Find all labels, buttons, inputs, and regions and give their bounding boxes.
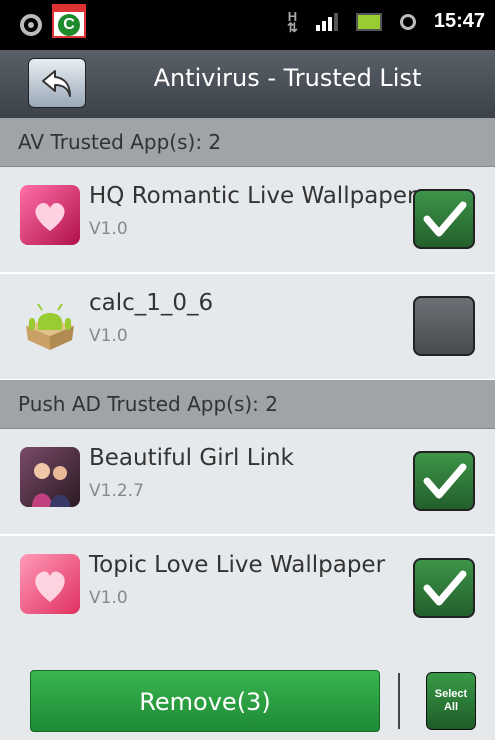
checkmark-icon [423, 463, 467, 499]
list-item[interactable]: calc_1_0_6 V1.0 [0, 274, 495, 381]
checkbox-unchecked[interactable] [413, 296, 475, 356]
network-type-icon: H ⇅ [286, 8, 298, 35]
list-item[interactable]: Beautiful Girl Link V1.2.7 [0, 429, 495, 536]
app-name: Beautiful Girl Link [89, 445, 294, 471]
divider [398, 673, 400, 729]
alarm-icon [399, 13, 416, 30]
list-item[interactable]: Topic Love Live Wallpaper V1.0 [0, 536, 495, 643]
app-version: V1.0 [89, 588, 128, 608]
action-bar: Remove(3) Select All [0, 640, 495, 740]
checkbox-checked[interactable] [413, 558, 475, 618]
list-item[interactable]: HQ Romantic Live Wallpaper V1.0 [0, 167, 495, 274]
checkbox-checked[interactable] [413, 189, 475, 249]
status-bar: C H ⇅ 15:47 [0, 0, 495, 50]
status-time: 15:47 [433, 10, 485, 32]
select-all-button[interactable]: Select All [426, 672, 476, 730]
checkmark-icon [423, 201, 467, 237]
signal-strength-icon [315, 12, 338, 31]
android-package-icon [20, 292, 80, 352]
love-wallpaper-app-icon [20, 554, 80, 614]
title-bar: Antivirus - Trusted List [0, 50, 495, 119]
app-version: V1.0 [89, 326, 128, 346]
app-name: HQ Romantic Live Wallpaper [89, 183, 417, 209]
push-ad-trusted-section-header: Push AD Trusted App(s): 2 [0, 380, 495, 429]
app-name: calc_1_0_6 [89, 290, 214, 316]
remove-button[interactable]: Remove(3) [30, 670, 380, 732]
comodo-app-icon: C [52, 4, 86, 38]
back-button[interactable] [28, 58, 86, 108]
checkmark-icon [423, 570, 467, 606]
checkbox-checked[interactable] [413, 451, 475, 511]
beautiful-girl-app-icon [20, 447, 80, 507]
back-arrow-icon [42, 70, 71, 97]
page-title: Antivirus - Trusted List [153, 64, 422, 92]
battery-icon [355, 12, 382, 31]
av-trusted-section-header: AV Trusted App(s): 2 [0, 118, 495, 167]
app-version: V1.2.7 [89, 481, 144, 501]
romantic-wallpaper-app-icon [20, 185, 80, 245]
app-name: Topic Love Live Wallpaper [89, 552, 386, 578]
settings-notification-icon [20, 14, 42, 36]
app-version: V1.0 [89, 219, 128, 239]
